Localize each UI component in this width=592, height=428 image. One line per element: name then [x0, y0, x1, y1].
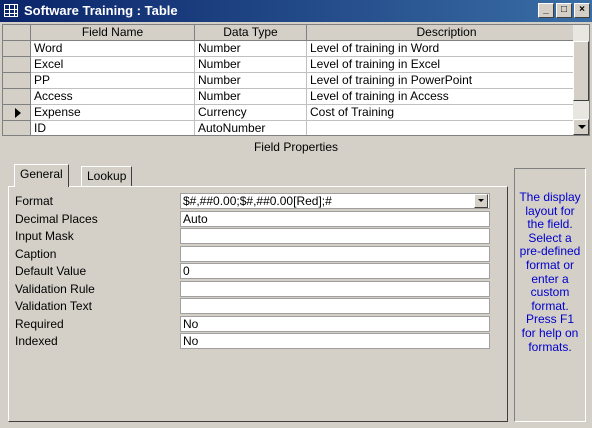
row-selector[interactable]	[3, 121, 31, 135]
field-properties-title: Field Properties	[253, 140, 339, 154]
property-label: Format	[15, 194, 54, 208]
table-row[interactable]: Word Number Level of training in Word	[3, 41, 587, 57]
general-tab-body: Format $#,##0.00;$#,##0.00[Red];# Decimal …	[8, 186, 508, 422]
table-row[interactable]: ID AutoNumber	[3, 121, 587, 135]
row-selector[interactable]	[3, 89, 31, 105]
property-value-field[interactable]	[180, 298, 490, 314]
field-name-cell[interactable]: ID	[31, 121, 195, 135]
table-row[interactable]: Access Number Level of training in Access	[3, 89, 587, 105]
property-value-field[interactable]: No	[180, 315, 490, 332]
table-row[interactable]: Expense Currency Cost of Training	[3, 105, 587, 121]
close-button[interactable]: ×	[574, 3, 590, 18]
property-value-field[interactable]	[180, 245, 490, 262]
chevron-down-icon[interactable]	[474, 194, 488, 208]
property-label: Required	[15, 316, 64, 331]
property-value-field[interactable]: Auto	[180, 210, 490, 227]
property-value-text: No	[183, 334, 199, 348]
description-cell[interactable]	[307, 121, 587, 135]
row-selector[interactable]	[3, 105, 31, 121]
data-type-cell[interactable]: Number	[195, 89, 307, 105]
property-value-text: Auto	[183, 211, 208, 226]
description-cell[interactable]: Level of training in Excel	[307, 57, 587, 73]
minimize-button[interactable]: _	[538, 3, 554, 18]
property-value-field[interactable]	[180, 228, 490, 244]
field-name-cell[interactable]: Access	[31, 89, 195, 105]
column-header-field-name[interactable]: Field Name	[31, 25, 195, 41]
column-header-description[interactable]: Description	[307, 25, 587, 41]
field-name-cell[interactable]: Expense	[31, 105, 195, 121]
title-bar[interactable]: Software Training : Table _ □ ×	[0, 0, 592, 22]
property-label: Validation Text	[15, 299, 92, 313]
field-design-grid: Field Name Data Type Description Word Num…	[2, 24, 590, 136]
property-label: Input Mask	[15, 229, 74, 243]
property-value-field[interactable]: No	[180, 333, 490, 349]
table-row[interactable]: Excel Number Level of training in Excel	[3, 57, 587, 73]
field-properties-panel: General Lookup Format $#,##0.00;$#,##0.00…	[8, 164, 508, 422]
current-row-arrow-icon	[15, 108, 21, 118]
restore-button[interactable]: □	[556, 3, 572, 18]
property-label: Indexed	[15, 334, 58, 348]
row-selector-header	[3, 25, 31, 41]
description-cell[interactable]: Level of training in PowerPoint	[307, 73, 587, 89]
row-selector[interactable]	[3, 57, 31, 73]
field-name-cell[interactable]: Word	[31, 41, 195, 57]
property-value-text: $#,##0.00;$#,##0.00[Red];#	[183, 194, 332, 208]
table-icon	[4, 4, 18, 17]
property-value-field[interactable]: 0	[180, 263, 490, 279]
scrollbar-thumb[interactable]	[573, 41, 589, 101]
property-label: Caption	[15, 246, 57, 261]
column-header-data-type[interactable]: Data Type	[195, 25, 307, 41]
property-value-field[interactable]: $#,##0.00;$#,##0.00[Red];#	[180, 193, 490, 209]
data-type-cell[interactable]: AutoNumber	[195, 121, 307, 135]
row-selector[interactable]	[3, 41, 31, 57]
field-name-cell[interactable]: Excel	[31, 57, 195, 73]
property-label: Validation Rule	[15, 281, 95, 296]
row-selector[interactable]	[3, 73, 31, 89]
property-help-text: The display layout for the field. Select…	[514, 168, 586, 422]
table-design-window: Software Training : Table _ □ × Field Na…	[0, 0, 592, 428]
tab-general[interactable]: General	[14, 164, 69, 187]
description-cell[interactable]: Cost of Training	[307, 105, 587, 121]
description-cell[interactable]: Level of training in Word	[307, 41, 587, 57]
table-row[interactable]: PP Number Level of training in PowerPoint	[3, 73, 587, 89]
property-value-text: 0	[183, 264, 190, 278]
data-type-cell[interactable]: Number	[195, 41, 307, 57]
tab-lookup[interactable]: Lookup	[81, 166, 133, 186]
property-label: Decimal Places	[15, 211, 98, 226]
description-cell[interactable]: Level of training in Access	[307, 89, 587, 105]
window-title: Software Training : Table	[24, 3, 178, 18]
data-type-cell[interactable]: Number	[195, 73, 307, 89]
data-type-cell[interactable]: Number	[195, 57, 307, 73]
property-label: Default Value	[15, 264, 87, 278]
data-type-cell[interactable]: Currency	[195, 105, 307, 121]
property-value-field[interactable]	[180, 280, 490, 297]
field-name-cell[interactable]: PP	[31, 73, 195, 89]
scroll-down-arrow-icon[interactable]	[573, 119, 589, 135]
property-value-text: No	[183, 316, 199, 331]
vertical-scrollbar[interactable]	[573, 25, 589, 135]
